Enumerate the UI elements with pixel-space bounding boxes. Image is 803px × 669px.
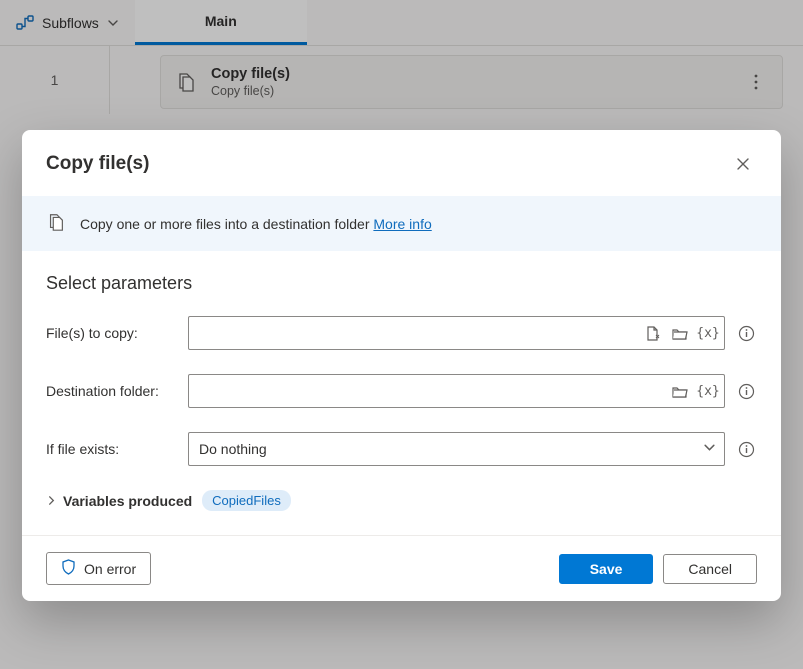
copy-files-dialog: Copy file(s) Copy one or more files into… [22,130,781,601]
close-button[interactable] [729,150,757,178]
chevron-right-icon [46,493,57,509]
dialog-body: Select parameters File(s) to copy: {x} [22,251,781,535]
variable-picker-icon[interactable]: {x} [697,380,719,402]
variables-produced-row: Variables produced CopiedFiles [46,490,757,511]
destination-folder-input[interactable] [188,374,725,408]
info-icon[interactable] [735,438,757,460]
if-file-exists-select[interactable]: Do nothing [188,432,725,466]
dialog-title: Copy file(s) [46,153,149,175]
input-adornments: {x} [669,380,719,402]
input-adornments: {x} [641,322,719,344]
chevron-down-icon [703,441,716,457]
destination-folder-label: Destination folder: [46,383,178,399]
variables-produced-toggle[interactable]: Variables produced [46,493,192,509]
variable-picker-icon[interactable]: {x} [697,322,719,344]
files-to-copy-label: File(s) to copy: [46,325,178,341]
info-icon[interactable] [735,322,757,344]
folder-picker-icon[interactable] [669,322,691,344]
file-picker-icon[interactable] [641,322,663,344]
if-file-exists-value: Do nothing [199,441,267,457]
save-label: Save [590,561,623,577]
on-error-label: On error [84,561,136,577]
save-button[interactable]: Save [559,554,654,584]
shield-icon [61,559,76,578]
info-banner: Copy one or more files into a destinatio… [22,196,781,251]
variable-chip-copiedfiles[interactable]: CopiedFiles [202,490,291,511]
field-destination-folder: Destination folder: {x} [46,374,757,408]
folder-picker-icon[interactable] [669,380,691,402]
info-banner-text: Copy one or more files into a destinatio… [80,216,370,232]
more-info-link[interactable]: More info [373,216,431,232]
info-icon[interactable] [735,380,757,402]
copy-file-icon [46,212,66,235]
on-error-button[interactable]: On error [46,552,151,585]
field-files-to-copy: File(s) to copy: {x} [46,316,757,350]
field-if-file-exists: If file exists: Do nothing [46,432,757,466]
variables-produced-label: Variables produced [63,493,192,509]
section-title: Select parameters [46,273,757,294]
if-file-exists-label: If file exists: [46,441,178,457]
cancel-button[interactable]: Cancel [663,554,757,584]
cancel-label: Cancel [688,561,732,577]
dialog-header: Copy file(s) [22,130,781,196]
dialog-footer: On error Save Cancel [22,535,781,601]
